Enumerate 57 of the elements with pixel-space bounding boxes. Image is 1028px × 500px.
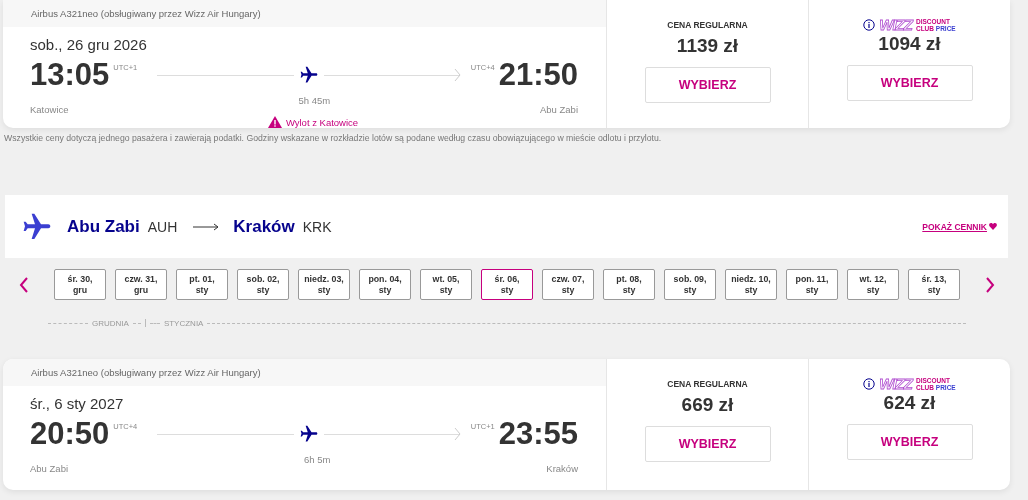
date-tab[interactable]: wt. 12, sty — [847, 269, 899, 300]
date-tab[interactable]: sob. 02, sty — [237, 269, 289, 300]
info-icon[interactable] — [863, 377, 876, 390]
date-tab[interactable]: sob. 09, sty — [664, 269, 716, 300]
origin-code: AUH — [147, 218, 178, 235]
departure-city: Katowice — [30, 104, 69, 115]
select-button[interactable]: WYBIERZ — [644, 426, 771, 462]
departure-city: Abu Zabi — [30, 463, 69, 474]
date-tab[interactable]: niedz. 03, sty — [298, 269, 350, 300]
departure-time: 13:05 — [30, 57, 110, 93]
heart-icon — [989, 223, 997, 230]
flight-duration: 5h 45m — [298, 95, 331, 106]
month-label: STYCZNIA — [163, 318, 204, 328]
fare-price: 669 zł — [681, 394, 734, 416]
destination-city: Kraków — [233, 216, 295, 237]
arrow-head-icon — [453, 427, 461, 441]
arrow-icon — [193, 222, 220, 231]
select-button[interactable]: WYBIERZ — [846, 65, 973, 101]
date-tab[interactable]: śr. 13, sty — [908, 269, 960, 300]
club-price: 1094 zł — [878, 33, 941, 55]
chevron-right-icon — [985, 277, 995, 293]
flight-date: śr., 6 sty 2027 — [30, 395, 125, 412]
info-icon[interactable] — [863, 18, 876, 31]
warning-text: Wylot z Katowice — [285, 116, 359, 128]
destination-code: KRK — [302, 218, 332, 235]
fare-label: CENA REGULARNA — [667, 379, 748, 391]
date-tab[interactable]: czw. 31, gru — [115, 269, 167, 300]
fare-price: 1139 zł — [676, 35, 739, 57]
arrow-head-icon — [453, 68, 461, 82]
fare-label: CENA REGULARNA — [667, 20, 748, 32]
month-label: GRUDNIA — [92, 318, 129, 328]
aircraft-info: Airbus A321neo (obsługiwany przez Wizz Air Hungary) — [31, 367, 261, 378]
arrival-time: 21:50 — [498, 57, 578, 93]
date-tab[interactable]: pon. 04, sty — [359, 269, 411, 300]
date-tab[interactable]: niedz. 10, sty — [725, 269, 777, 300]
fares-link[interactable]: POKAŻ CENNIK — [922, 221, 987, 232]
departure-time: 20:50 — [30, 416, 110, 452]
club-logo-text: WIZZ — [879, 17, 912, 32]
date-tab[interactable]: śr. 06, sty — [481, 269, 533, 300]
arrival-city: Kraków — [546, 463, 578, 474]
date-tab[interactable]: pt. 08, sty — [603, 269, 655, 300]
origin-city: Abu Zabi — [67, 216, 140, 237]
aircraft-info: Airbus A321neo (obsługiwany przez Wizz Air Hungary) — [31, 8, 261, 19]
date-tab[interactable]: pt. 01, sty — [176, 269, 228, 300]
date-tab[interactable]: pon. 11, sty — [786, 269, 838, 300]
select-button[interactable]: WYBIERZ — [644, 67, 771, 103]
chevron-left-icon — [19, 277, 29, 293]
date-tab[interactable]: czw. 07, sty — [542, 269, 594, 300]
date-tab[interactable]: śr. 30, gru — [54, 269, 106, 300]
select-button[interactable]: WYBIERZ — [846, 424, 973, 460]
club-logo-text: WIZZ — [879, 376, 912, 391]
date-tab[interactable]: wt. 05, sty — [420, 269, 472, 300]
flight-date: sob., 26 gru 2026 — [30, 36, 148, 53]
arrival-time: 23:55 — [498, 416, 578, 452]
club-price: 624 zł — [883, 392, 936, 414]
flight-duration: 6h 5m — [303, 454, 331, 465]
arrival-city: Abu Zabi — [539, 104, 578, 115]
